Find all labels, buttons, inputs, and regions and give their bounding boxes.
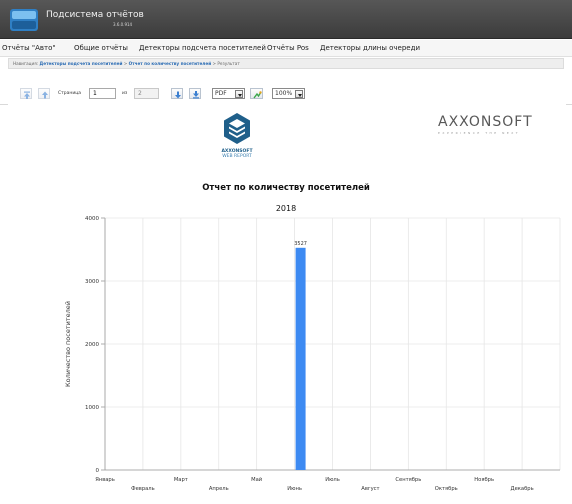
x-tick-label: Август <box>361 486 379 492</box>
x-tick-label: Февраль <box>131 486 155 492</box>
y-tick-label: 0 <box>96 468 100 474</box>
x-tick-label: Июль <box>325 477 340 483</box>
x-tick-label: Ноябрь <box>474 477 494 483</box>
y-axis-title: Количество посетителей <box>64 301 72 387</box>
y-tick-label: 3000 <box>85 279 99 285</box>
visitor-count-bar-chart: 0 1000 2000 3000 4000 Количество посетителей Я… <box>64 216 561 492</box>
data-label: 3527 <box>294 241 307 247</box>
app-window: Подсистема отчётов 3.6.0.914 Отчёты "Авт… <box>0 0 572 504</box>
x-tick-label: Март <box>174 477 188 483</box>
x-tick-label: Октябрь <box>435 486 458 492</box>
bar-Июнь[interactable] <box>295 247 306 470</box>
y-tick-label: 2000 <box>85 342 99 348</box>
x-tick-label: Декабрь <box>511 486 534 492</box>
x-tick-label: Июнь <box>287 486 302 492</box>
y-tick-label: 1000 <box>85 405 99 411</box>
x-tick-label: Апрель <box>209 486 229 492</box>
y-tick-label: 4000 <box>85 216 99 222</box>
x-tick-label: Май <box>251 476 262 483</box>
x-tick-label: Январь <box>95 477 115 483</box>
x-tick-label: Сентябрь <box>395 477 421 483</box>
